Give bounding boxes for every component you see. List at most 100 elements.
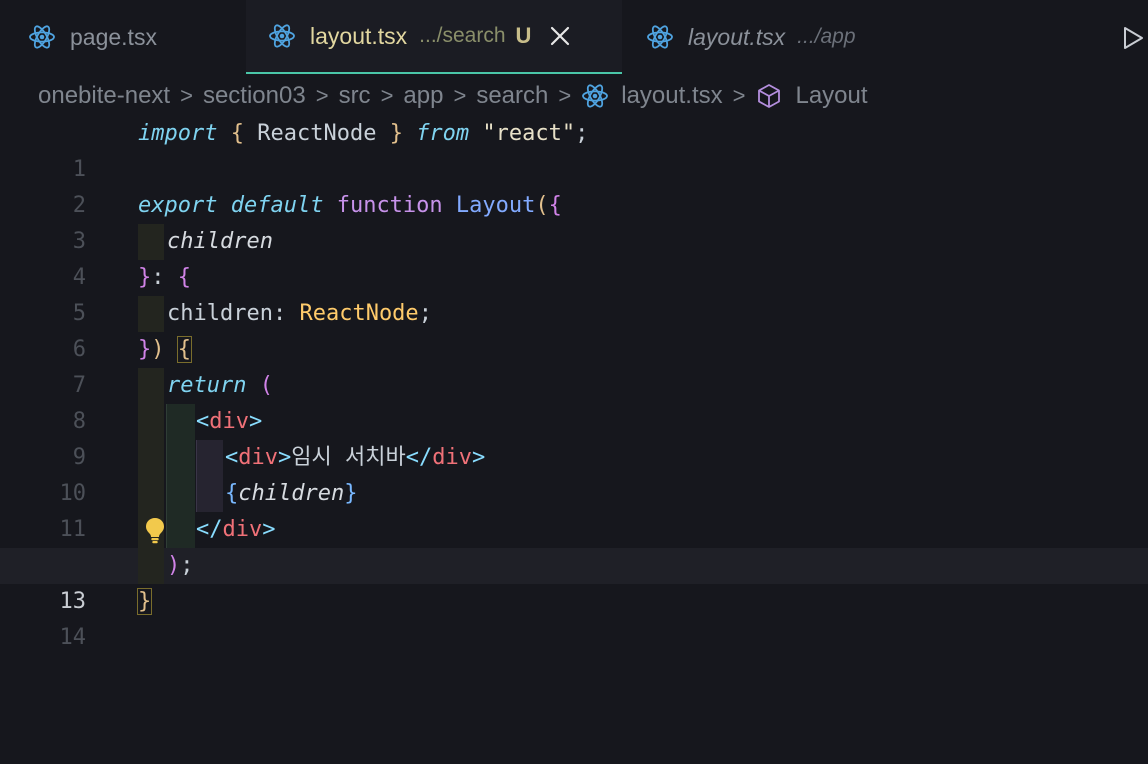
code-line: 10 <div>임시 서치바</div>: [0, 440, 1148, 506]
breadcrumb-separator: >: [558, 83, 572, 108]
token-brace: }: [344, 481, 358, 506]
breadcrumb-item-onebite-next[interactable]: onebite-next >: [38, 82, 203, 110]
breadcrumb-item-file[interactable]: layout.tsx >: [581, 82, 755, 110]
breadcrumb-label: section03: [202, 82, 306, 109]
indent-guide: [138, 404, 164, 440]
line-code: {children}: [225, 476, 357, 512]
token-string: "react": [482, 121, 576, 146]
breadcrumb-item-search[interactable]: search >: [476, 82, 581, 110]
indent-guide: [166, 476, 195, 512]
tab-layout-tsx-app[interactable]: layout.tsx .../app: [622, 0, 1022, 74]
token-paren: (: [259, 373, 273, 398]
code-line: 5 }: {: [0, 260, 1148, 326]
breadcrumb-label: Layout: [795, 82, 868, 109]
code-line: 7 }) {: [0, 332, 1148, 398]
code-editor[interactable]: 1 import { ReactNode } from "react"; 2 3…: [0, 116, 1148, 650]
indent-guide: [166, 512, 195, 548]
react-icon: [647, 25, 673, 49]
tab-page-tsx[interactable]: page.tsx: [0, 0, 246, 74]
token-paren: (: [535, 193, 549, 218]
breadcrumb: onebite-next > section03 > src > app > searc…: [0, 76, 1148, 116]
token-angle: >: [262, 517, 276, 542]
line-code: return (: [167, 368, 273, 404]
token-keyword: import: [138, 121, 218, 146]
tab-label: layout.tsx: [310, 22, 408, 49]
breadcrumb-label: src: [338, 82, 371, 109]
breadcrumb-separator: >: [380, 83, 394, 108]
token-property: children: [167, 301, 273, 326]
code-line: 1 import { ReactNode } from "react";: [0, 116, 1148, 182]
breadcrumb-item-section03[interactable]: section03 >: [203, 82, 339, 110]
tab-label: layout.tsx: [688, 23, 786, 50]
tab-layout-tsx-search[interactable]: layout.tsx .../search U: [246, 0, 622, 74]
react-icon: [29, 25, 55, 49]
line-code: </div>: [196, 512, 276, 548]
token-brace: }: [138, 337, 152, 362]
breadcrumb-item-app[interactable]: app >: [403, 82, 476, 110]
indent-guide: [138, 476, 164, 512]
code-line: 4 children: [0, 224, 1148, 290]
lightbulb-icon[interactable]: [143, 516, 167, 544]
indent-guide: [196, 440, 223, 476]
code-line: 9 <div>: [0, 404, 1148, 470]
token-punct: ;: [575, 121, 589, 146]
tab-label: page.tsx: [70, 23, 157, 50]
indent-guide: [166, 440, 195, 476]
token-keyword: function: [336, 193, 443, 218]
code-line: 8 return (: [0, 368, 1148, 434]
indent-guide: [196, 476, 223, 512]
breadcrumb-item-symbol[interactable]: Layout: [755, 82, 868, 110]
breadcrumb-item-src[interactable]: src >: [339, 82, 404, 110]
line-code: );: [167, 548, 194, 584]
token-keyword: from: [416, 121, 470, 146]
breadcrumb-label: search: [476, 82, 549, 109]
token-paren: ): [151, 337, 165, 362]
token-type: ReactNode: [299, 301, 419, 326]
token-tag: div: [209, 409, 249, 434]
token-punct: :: [151, 265, 165, 290]
untracked-badge: U: [515, 23, 532, 48]
code-line: 12 </div>: [0, 512, 1148, 578]
breadcrumb-label: layout.tsx: [621, 82, 723, 109]
close-icon[interactable]: [549, 25, 571, 47]
breadcrumb-separator: >: [453, 83, 467, 108]
line-number: 14: [59, 625, 87, 650]
token-brace: {: [177, 265, 191, 290]
token-brace: {: [230, 121, 244, 146]
run-play-icon[interactable]: [1120, 25, 1146, 51]
breadcrumb-label: onebite-next: [38, 82, 171, 109]
code-line: 2: [0, 152, 1148, 218]
token-tag: div: [238, 445, 278, 470]
code-line: 6 children: ReactNode;: [0, 296, 1148, 362]
line-code: }) {: [138, 332, 193, 368]
token-brace-matched: {: [176, 336, 193, 363]
token-angle: </: [196, 517, 223, 542]
cube-symbol-icon: [758, 84, 781, 108]
token-keyword: export: [138, 193, 218, 218]
token-punct: ;: [180, 553, 194, 578]
token-keyword: default: [230, 193, 324, 218]
token-keyword: return: [167, 373, 247, 398]
breadcrumb-separator: >: [315, 83, 329, 108]
token-identifier: ReactNode: [243, 121, 390, 146]
token-angle: <: [196, 409, 210, 434]
indent-guide: [166, 404, 195, 440]
indent-guide: [138, 368, 164, 404]
token-angle: >: [249, 409, 263, 434]
token-paren: ): [167, 553, 181, 578]
code-line-current: 13 );: [0, 548, 1148, 614]
line-code: <div>: [196, 404, 262, 440]
line-code: children: [167, 224, 273, 260]
tab-path: .../search: [419, 24, 506, 47]
indent-guide: [138, 548, 164, 584]
code-line: 11 {children}: [0, 476, 1148, 542]
token-brace: {: [548, 193, 562, 218]
tab-bar: page.tsx layout.tsx .../search U layout.…: [0, 0, 1148, 74]
token-tag: div: [222, 517, 263, 542]
breadcrumb-separator: >: [732, 83, 746, 108]
token-parameter: children: [238, 481, 345, 506]
token-tag: div: [432, 445, 472, 470]
line-code: }: {: [138, 260, 191, 296]
token-function: Layout: [455, 193, 536, 218]
line-code: <div>임시 서치바</div>: [225, 440, 485, 476]
